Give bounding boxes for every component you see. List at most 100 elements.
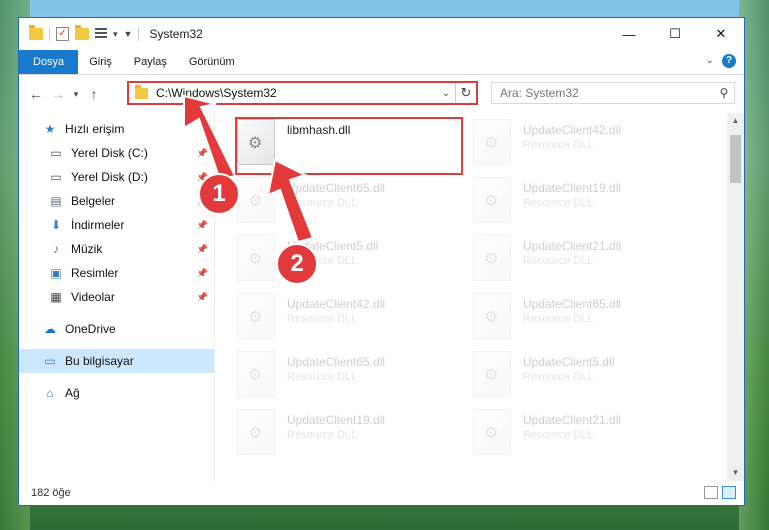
file-tile[interactable]: UpdateClient19.dll Resource DLL	[237, 409, 457, 461]
network-icon: ⌂	[46, 386, 54, 400]
address-row: ← → ▾ ↑ C:\Windows\System32 ⌄ ↻ Ara: Sys…	[19, 75, 744, 113]
file-tile[interactable]: UpdateClient65.dll Resource DLL	[237, 177, 457, 229]
content-area: ★ Hızlı erişim ▭ Yerel Disk (C:) 📌 ▭ Yerel Dis…	[19, 113, 744, 481]
file-name: UpdateClient21.dll	[523, 413, 622, 427]
search-icon[interactable]: ⚲	[714, 86, 734, 100]
dll-file-icon	[473, 293, 511, 339]
file-tile[interactable]: UpdateClient42.dll Resource DLL	[237, 293, 457, 345]
file-tile[interactable]: UpdateClient5.dll Resource DLL	[473, 351, 693, 403]
dll-file-icon	[473, 235, 511, 281]
dll-file-icon	[237, 235, 275, 281]
scroll-up-icon[interactable]: ▲	[727, 113, 744, 129]
pin-icon[interactable]: 📌	[197, 148, 208, 159]
minimize-button[interactable]: —	[606, 18, 652, 50]
sidebar-item[interactable]: ▭ Yerel Disk (C:) 📌	[19, 141, 214, 165]
sidebar-item[interactable]: ▣ Resimler 📌	[19, 261, 214, 285]
navigation-pane: ★ Hızlı erişim ▭ Yerel Disk (C:) 📌 ▭ Yerel Dis…	[19, 113, 215, 481]
window-controls: — ☐ ✕	[606, 18, 744, 50]
help-button[interactable]: ?	[722, 54, 736, 68]
search-input[interactable]: Ara: System32	[500, 86, 714, 100]
address-path[interactable]: C:\Windows\System32	[156, 86, 437, 100]
customize-toolbar-icon[interactable]: ▼	[124, 29, 133, 39]
drive-icon: ▭	[50, 170, 62, 184]
dll-file-icon	[473, 177, 511, 223]
details-view-icon[interactable]	[704, 486, 718, 499]
file-name: UpdateClient5.dll	[523, 355, 615, 369]
scroll-thumb[interactable]	[730, 135, 741, 183]
up-arrow-icon[interactable]: ↑	[83, 86, 105, 102]
pictures-icon: ▣	[50, 266, 62, 280]
tab-share[interactable]: Paylaş	[123, 50, 178, 74]
sidebar-item[interactable]: ▭ Bu bilgisayar	[19, 349, 214, 373]
tiles-view-icon[interactable]	[722, 486, 736, 499]
file-type: Resource DLL	[523, 371, 594, 383]
sidebar-item[interactable]: ☁ OneDrive	[19, 317, 214, 341]
tab-view[interactable]: Görünüm	[178, 50, 246, 74]
tab-file[interactable]: Dosya	[19, 50, 79, 74]
chevron-down-icon[interactable]: ⌄	[437, 88, 455, 99]
file-name: UpdateClient65.dll	[523, 297, 622, 311]
sidebar-item-label: Yerel Disk (C:)	[71, 146, 148, 160]
sidebar-item-label: OneDrive	[65, 322, 116, 336]
scroll-down-icon[interactable]: ▼	[727, 465, 744, 481]
pin-icon[interactable]: 📌	[197, 268, 208, 279]
file-tile[interactable]: UpdateClient42.dll Resource DLL	[473, 119, 693, 171]
forward-arrow-icon[interactable]: →	[47, 86, 69, 102]
window-title: System32	[149, 27, 203, 41]
dll-file-icon	[237, 351, 275, 397]
pin-icon[interactable]: 📌	[197, 292, 208, 303]
highlight-box	[235, 117, 463, 175]
maximize-button[interactable]: ☐	[652, 18, 698, 50]
file-tile[interactable]: UpdateClient65.dll Resource DLL	[237, 351, 457, 403]
drive-icon: ▭	[50, 146, 62, 160]
file-type: Resource DLL	[287, 197, 358, 209]
chevron-down-icon[interactable]: ▾	[113, 29, 118, 40]
dll-file-icon	[237, 177, 275, 223]
sidebar-item[interactable]: ▭ Yerel Disk (D:) 📌	[19, 165, 214, 189]
file-name: UpdateClient21.dll	[523, 239, 622, 253]
pin-icon[interactable]: 📌	[197, 220, 208, 231]
new-folder-icon[interactable]	[75, 25, 89, 40]
close-button[interactable]: ✕	[698, 18, 744, 50]
explorer-window: ✓ ▾ ▼ System32 — ☐ ✕ Dosya Giriş Paylaş …	[18, 17, 745, 506]
file-type: Resource DLL	[523, 255, 594, 267]
properties-icon[interactable]	[95, 28, 107, 40]
sidebar-item-label: Yerel Disk (D:)	[71, 170, 148, 184]
tab-home[interactable]: Giriş	[78, 50, 123, 74]
address-bar[interactable]: C:\Windows\System32 ⌄ ↻	[127, 81, 478, 105]
properties-check-icon[interactable]: ✓	[56, 27, 69, 41]
file-type: Resource DLL	[523, 313, 594, 325]
expand-ribbon-icon[interactable]: ⌄	[706, 55, 714, 66]
file-name: UpdateClient65.dll	[287, 355, 386, 369]
pin-icon[interactable]: 📌	[197, 244, 208, 255]
search-box[interactable]: Ara: System32 ⚲	[491, 82, 735, 104]
file-tile[interactable]: UpdateClient21.dll Resource DLL	[473, 235, 693, 287]
vertical-scrollbar[interactable]: ▲ ▼	[727, 113, 744, 481]
file-name: UpdateClient42.dll	[287, 297, 386, 311]
sidebar-item[interactable]: ▤Belgeler📌	[19, 189, 214, 213]
download-icon: ⬇	[50, 218, 62, 232]
file-name: UpdateClient42.dll	[523, 123, 622, 137]
refresh-icon[interactable]: ↻	[455, 83, 476, 103]
recent-locations-icon[interactable]: ▾	[69, 89, 83, 100]
file-name: UpdateClient65.dll	[287, 181, 386, 195]
sidebar-item[interactable]: ⌂ Ağ	[19, 381, 214, 405]
nav-gap	[19, 341, 214, 349]
sidebar-item-label: Resimler	[71, 266, 119, 280]
file-tile[interactable]: UpdateClient65.dll Resource DLL	[473, 293, 693, 345]
sidebar-item[interactable]: ♪ Müzik 📌	[19, 237, 214, 261]
sidebar-item[interactable]: ⬇ İndirmeler 📌	[19, 213, 214, 237]
star-icon: ★	[44, 122, 56, 136]
sidebar-item[interactable]: ★ Hızlı erişim	[19, 117, 214, 141]
file-tile[interactable]: UpdateClient5.dllResource DLL	[237, 235, 457, 287]
file-type: Resource DLL	[287, 371, 358, 383]
sidebar-item[interactable]: ▦ Videolar 📌	[19, 285, 214, 309]
sidebar-item-label: Ağ	[65, 386, 80, 400]
back-arrow-icon[interactable]: ←	[25, 86, 47, 102]
toolbar-separator	[49, 27, 50, 41]
cloud-icon: ☁	[44, 322, 56, 336]
file-tile[interactable]: UpdateClient19.dll Resource DLL	[473, 177, 693, 229]
folder-icon	[135, 84, 148, 99]
dll-file-icon	[473, 119, 511, 165]
file-tile[interactable]: UpdateClient21.dll Resource DLL	[473, 409, 693, 461]
